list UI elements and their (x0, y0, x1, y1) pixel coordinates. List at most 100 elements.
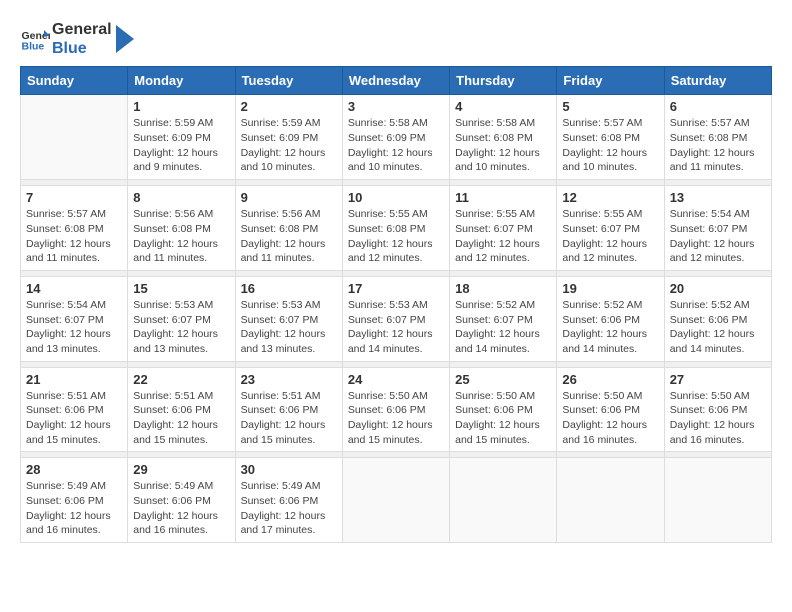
day-info: Sunrise: 5:55 AM Sunset: 6:07 PM Dayligh… (562, 207, 658, 266)
calendar-cell (557, 458, 664, 543)
day-info: Sunrise: 5:57 AM Sunset: 6:08 PM Dayligh… (562, 116, 658, 175)
day-number: 21 (26, 372, 122, 387)
day-number: 30 (241, 462, 337, 477)
day-number: 16 (241, 281, 337, 296)
calendar-week-row: 7 Sunrise: 5:57 AM Sunset: 6:08 PM Daylig… (21, 186, 772, 271)
day-info: Sunrise: 5:51 AM Sunset: 6:06 PM Dayligh… (241, 389, 337, 448)
calendar-cell: 9Sunrise: 5:56 AM Sunset: 6:08 PM Daylig… (235, 186, 342, 271)
calendar-cell: 1 Sunrise: 5:59 AM Sunset: 6:09 PM Daylig… (128, 95, 235, 180)
day-info: Sunrise: 5:52 AM Sunset: 6:06 PM Dayligh… (670, 298, 766, 357)
day-info: Sunrise: 5:53 AM Sunset: 6:07 PM Dayligh… (241, 298, 337, 357)
calendar-cell: 26 Sunrise: 5:50 AM Sunset: 6:06 PM Dayli… (557, 367, 664, 452)
day-number: 23 (241, 372, 337, 387)
weekday-header-friday: Friday (557, 67, 664, 95)
calendar-cell: 8Sunrise: 5:56 AM Sunset: 6:08 PM Daylig… (128, 186, 235, 271)
calendar-table: SundayMondayTuesdayWednesdayThursdayFrid… (20, 66, 772, 543)
calendar-cell: 6 Sunrise: 5:57 AM Sunset: 6:08 PM Daylig… (664, 95, 771, 180)
day-info: Sunrise: 5:52 AM Sunset: 6:07 PM Dayligh… (455, 298, 551, 357)
day-number: 25 (455, 372, 551, 387)
calendar-cell: 20 Sunrise: 5:52 AM Sunset: 6:06 PM Dayli… (664, 276, 771, 361)
calendar-week-row: 28 Sunrise: 5:49 AM Sunset: 6:06 PM Dayli… (21, 458, 772, 543)
weekday-header-tuesday: Tuesday (235, 67, 342, 95)
calendar-cell: 17 Sunrise: 5:53 AM Sunset: 6:07 PM Dayli… (342, 276, 449, 361)
day-number: 13 (670, 190, 766, 205)
calendar-cell: 13 Sunrise: 5:54 AM Sunset: 6:07 PM Dayli… (664, 186, 771, 271)
calendar-cell: 12 Sunrise: 5:55 AM Sunset: 6:07 PM Dayli… (557, 186, 664, 271)
day-number: 29 (133, 462, 229, 477)
day-info: Sunrise: 5:58 AM Sunset: 6:08 PM Dayligh… (455, 116, 551, 175)
day-info: Sunrise: 5:57 AM Sunset: 6:08 PM Dayligh… (26, 207, 122, 266)
day-number: 1 (133, 99, 229, 114)
day-info: Sunrise: 5:55 AM Sunset: 6:07 PM Dayligh… (455, 207, 551, 266)
day-info: Sunrise: 5:58 AM Sunset: 6:09 PM Dayligh… (348, 116, 444, 175)
day-number: 10 (348, 190, 444, 205)
day-info: Sunrise: 5:56 AM Sunset: 6:08 PM Dayligh… (241, 207, 337, 266)
logo: General Blue General Blue (20, 20, 134, 58)
day-number: 7 (26, 190, 122, 205)
day-info: Sunrise: 5:50 AM Sunset: 6:06 PM Dayligh… (562, 389, 658, 448)
calendar-cell: 16 Sunrise: 5:53 AM Sunset: 6:07 PM Dayli… (235, 276, 342, 361)
day-info: Sunrise: 5:49 AM Sunset: 6:06 PM Dayligh… (26, 479, 122, 538)
day-number: 5 (562, 99, 658, 114)
day-info: Sunrise: 5:56 AM Sunset: 6:08 PM Dayligh… (133, 207, 229, 266)
calendar-cell: 29Sunrise: 5:49 AM Sunset: 6:06 PM Dayli… (128, 458, 235, 543)
page-header: General Blue General Blue (20, 20, 772, 58)
calendar-cell: 10 Sunrise: 5:55 AM Sunset: 6:08 PM Dayli… (342, 186, 449, 271)
weekday-header-saturday: Saturday (664, 67, 771, 95)
day-number: 28 (26, 462, 122, 477)
calendar-cell (342, 458, 449, 543)
day-info: Sunrise: 5:54 AM Sunset: 6:07 PM Dayligh… (26, 298, 122, 357)
calendar-cell: 19 Sunrise: 5:52 AM Sunset: 6:06 PM Dayli… (557, 276, 664, 361)
day-number: 6 (670, 99, 766, 114)
day-number: 3 (348, 99, 444, 114)
day-number: 22 (133, 372, 229, 387)
day-info: Sunrise: 5:51 AM Sunset: 6:06 PM Dayligh… (26, 389, 122, 448)
day-number: 2 (241, 99, 337, 114)
calendar-cell: 24Sunrise: 5:50 AM Sunset: 6:06 PM Dayli… (342, 367, 449, 452)
weekday-header-monday: Monday (128, 67, 235, 95)
calendar-week-row: 21 Sunrise: 5:51 AM Sunset: 6:06 PM Dayli… (21, 367, 772, 452)
day-info: Sunrise: 5:57 AM Sunset: 6:08 PM Dayligh… (670, 116, 766, 175)
day-info: Sunrise: 5:53 AM Sunset: 6:07 PM Dayligh… (133, 298, 229, 357)
day-info: Sunrise: 5:53 AM Sunset: 6:07 PM Dayligh… (348, 298, 444, 357)
calendar-cell: 22 Sunrise: 5:51 AM Sunset: 6:06 PM Dayli… (128, 367, 235, 452)
calendar-cell: 25Sunrise: 5:50 AM Sunset: 6:06 PM Dayli… (450, 367, 557, 452)
day-number: 11 (455, 190, 551, 205)
calendar-cell: 4 Sunrise: 5:58 AM Sunset: 6:08 PM Daylig… (450, 95, 557, 180)
day-info: Sunrise: 5:50 AM Sunset: 6:06 PM Dayligh… (670, 389, 766, 448)
logo-icon: General Blue (20, 24, 50, 54)
day-info: Sunrise: 5:50 AM Sunset: 6:06 PM Dayligh… (348, 389, 444, 448)
day-number: 20 (670, 281, 766, 296)
calendar-week-row: 1 Sunrise: 5:59 AM Sunset: 6:09 PM Daylig… (21, 95, 772, 180)
calendar-cell: 5 Sunrise: 5:57 AM Sunset: 6:08 PM Daylig… (557, 95, 664, 180)
day-number: 19 (562, 281, 658, 296)
calendar-cell: 7 Sunrise: 5:57 AM Sunset: 6:08 PM Daylig… (21, 186, 128, 271)
day-info: Sunrise: 5:59 AM Sunset: 6:09 PM Dayligh… (133, 116, 229, 175)
day-number: 4 (455, 99, 551, 114)
day-number: 14 (26, 281, 122, 296)
day-info: Sunrise: 5:55 AM Sunset: 6:08 PM Dayligh… (348, 207, 444, 266)
weekday-header-sunday: Sunday (21, 67, 128, 95)
calendar-cell (21, 95, 128, 180)
logo-text-blue: Blue (52, 39, 112, 58)
day-info: Sunrise: 5:52 AM Sunset: 6:06 PM Dayligh… (562, 298, 658, 357)
logo-text-general: General (52, 20, 112, 39)
day-number: 12 (562, 190, 658, 205)
calendar-cell (450, 458, 557, 543)
logo-arrow-icon (116, 25, 134, 53)
calendar-header-row: SundayMondayTuesdayWednesdayThursdayFrid… (21, 67, 772, 95)
day-number: 15 (133, 281, 229, 296)
day-info: Sunrise: 5:51 AM Sunset: 6:06 PM Dayligh… (133, 389, 229, 448)
calendar-cell: 28 Sunrise: 5:49 AM Sunset: 6:06 PM Dayli… (21, 458, 128, 543)
day-info: Sunrise: 5:54 AM Sunset: 6:07 PM Dayligh… (670, 207, 766, 266)
weekday-header-wednesday: Wednesday (342, 67, 449, 95)
day-number: 17 (348, 281, 444, 296)
day-number: 26 (562, 372, 658, 387)
svg-text:Blue: Blue (22, 41, 45, 53)
calendar-cell: 11 Sunrise: 5:55 AM Sunset: 6:07 PM Dayli… (450, 186, 557, 271)
calendar-cell: 30Sunrise: 5:49 AM Sunset: 6:06 PM Dayli… (235, 458, 342, 543)
calendar-cell: 2Sunrise: 5:59 AM Sunset: 6:09 PM Daylig… (235, 95, 342, 180)
calendar-cell: 21 Sunrise: 5:51 AM Sunset: 6:06 PM Dayli… (21, 367, 128, 452)
day-number: 27 (670, 372, 766, 387)
day-number: 18 (455, 281, 551, 296)
